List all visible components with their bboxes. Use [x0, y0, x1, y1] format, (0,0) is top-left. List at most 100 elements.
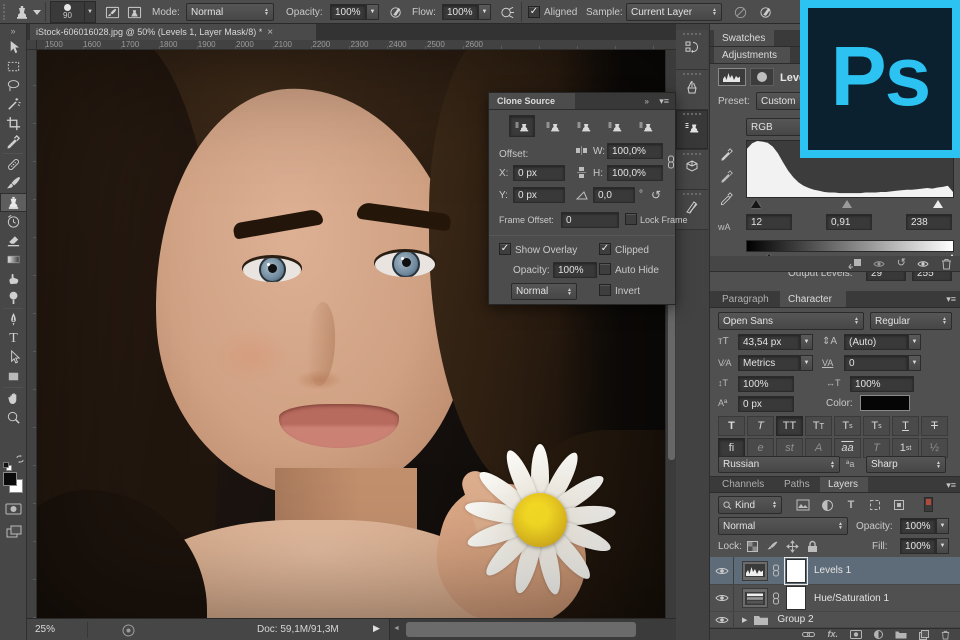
group-expander-icon[interactable]: ▶: [742, 616, 747, 624]
font-style-select[interactable]: Regular▲▼: [870, 312, 952, 330]
flip-vertical-icon[interactable]: [573, 165, 589, 179]
type-tool[interactable]: T: [0, 329, 27, 348]
brush-tool[interactable]: [0, 174, 27, 193]
eyedropper-tool[interactable]: [0, 133, 27, 152]
layer-visibility-icon[interactable]: [710, 557, 734, 584]
horizontal-scrollbar[interactable]: ◄: [389, 619, 676, 640]
clone-stamp-tool[interactable]: [0, 193, 27, 212]
toolbox-collapse-icon[interactable]: »: [0, 24, 26, 38]
gradient-tool[interactable]: [0, 250, 27, 269]
clone-source-panel-button[interactable]: [676, 110, 708, 150]
status-flyout-icon[interactable]: ▶: [373, 623, 380, 634]
toggle-visibility-icon[interactable]: [916, 259, 931, 269]
blend-mode-select[interactable]: Normal▲▼: [718, 517, 848, 535]
kerning-caret-icon[interactable]: ▼: [800, 355, 813, 371]
layer-opacity-field[interactable]: 100%: [900, 518, 936, 534]
opentype-button[interactable]: st: [776, 438, 803, 458]
toggle-clone-source-panel-button[interactable]: [124, 3, 144, 21]
tool-preset-caret-icon[interactable]: [33, 10, 41, 15]
layer-row[interactable]: ▶Group 2: [710, 612, 960, 628]
input-black-handle[interactable]: [751, 200, 761, 208]
type-style-button[interactable]: TT: [776, 416, 803, 436]
opentype-button[interactable]: T: [863, 438, 890, 458]
new-group-icon[interactable]: [895, 630, 907, 639]
baseline-shift-field[interactable]: 0 px: [738, 396, 794, 412]
auto-icon[interactable]: ᴡA: [718, 222, 731, 232]
vertical-scale-field[interactable]: 100%: [738, 376, 794, 392]
tracking-field[interactable]: 0: [844, 355, 908, 371]
filter-toggle[interactable]: [924, 497, 933, 512]
view-previous-state-icon[interactable]: [872, 259, 887, 269]
input-white-field[interactable]: 238: [906, 214, 952, 230]
type-style-button[interactable]: T: [747, 416, 774, 436]
filter-pixel-icon[interactable]: [794, 497, 812, 513]
layer-opacity-caret-icon[interactable]: ▼: [936, 518, 949, 534]
layer-visibility-icon[interactable]: [710, 612, 734, 627]
type-style-button[interactable]: Ts: [863, 416, 890, 436]
panel-menu-icon[interactable]: ▾≡: [659, 96, 669, 107]
screen-mode-icon[interactable]: [4, 524, 23, 540]
tab-channels[interactable]: Channels: [714, 477, 774, 492]
type-style-button[interactable]: Ts: [834, 416, 861, 436]
lock-all-icon[interactable]: [804, 538, 820, 554]
layer-mask-thumbnail[interactable]: [786, 586, 806, 610]
magic-wand-tool[interactable]: [0, 95, 27, 114]
history-brush-tool[interactable]: [0, 212, 27, 231]
clone-source-slot-5[interactable]: [633, 115, 659, 137]
opentype-button[interactable]: 1st: [892, 438, 919, 458]
swap-colors-icon[interactable]: [15, 454, 25, 464]
tab-swatches[interactable]: Swatches: [714, 30, 774, 46]
opacity-caret-icon[interactable]: ▼: [366, 4, 379, 20]
tab-layers[interactable]: Layers: [820, 477, 868, 492]
mask-chip-icon[interactable]: [750, 68, 774, 86]
layer-filter-select[interactable]: Kind ▲▼: [718, 496, 782, 514]
layer-visibility-icon[interactable]: [710, 585, 734, 611]
auto-hide-checkbox[interactable]: [599, 263, 611, 275]
horizontal-scroll-thumb[interactable]: [406, 622, 636, 637]
link-layers-icon[interactable]: [802, 631, 815, 638]
airbrush-icon[interactable]: [497, 3, 517, 21]
opentype-button[interactable]: aa: [834, 438, 861, 458]
delete-layer-icon[interactable]: [941, 630, 950, 640]
healing-brush-tool[interactable]: [0, 155, 27, 174]
overlay-opacity-field[interactable]: 100%: [553, 262, 597, 278]
type-style-button[interactable]: T: [718, 416, 745, 436]
panel-menu-icon[interactable]: ▾≡: [946, 480, 956, 491]
lock-frame-checkbox[interactable]: [625, 213, 637, 225]
leading-caret-icon[interactable]: ▼: [908, 334, 921, 350]
opentype-button[interactable]: fi: [718, 438, 745, 458]
aligned-checkbox[interactable]: ✓: [528, 6, 540, 18]
clone-source-slot-3[interactable]: [571, 115, 597, 137]
opentype-button[interactable]: e: [747, 438, 774, 458]
smudge-tool[interactable]: [0, 269, 27, 288]
input-black-field[interactable]: 12: [746, 214, 792, 230]
lock-pixels-icon[interactable]: [764, 538, 780, 554]
eraser-tool[interactable]: [0, 231, 27, 250]
brush-picker-caret-icon[interactable]: ▼: [84, 2, 95, 22]
clipped-checkbox[interactable]: ✓: [599, 243, 611, 255]
opacity-field[interactable]: 100%: [330, 4, 366, 20]
scroll-left-arrow-icon[interactable]: ◄: [393, 625, 400, 632]
show-overlay-checkbox[interactable]: ✓: [499, 243, 511, 255]
filter-type-icon[interactable]: T: [842, 497, 860, 513]
adjustment-thumbnail[interactable]: [742, 561, 768, 581]
clone-source-slot-1[interactable]: [509, 115, 535, 137]
zoom-level-field[interactable]: 25%: [35, 624, 55, 635]
3d-panel-button[interactable]: [676, 150, 708, 190]
x-field[interactable]: 0 px: [513, 165, 565, 181]
horizontal-scale-field[interactable]: 100%: [850, 376, 914, 392]
reset-transform-icon[interactable]: ↺: [651, 188, 661, 202]
lasso-tool[interactable]: [0, 76, 27, 95]
angle-field[interactable]: 0,0: [593, 187, 635, 203]
kerning-field[interactable]: Metrics: [738, 355, 800, 371]
delete-adjustment-icon[interactable]: [941, 258, 952, 270]
levels-icon-chip[interactable]: [718, 68, 746, 86]
panel-collapse-icon[interactable]: »: [645, 97, 649, 106]
layer-row[interactable]: Hue/Saturation 1: [710, 585, 960, 612]
filter-shape-icon[interactable]: [866, 497, 884, 513]
document-tab[interactable]: iStock-606016028.jpg @ 50% (Levels 1, La…: [30, 24, 316, 40]
font-family-select[interactable]: Open Sans▲▼: [718, 312, 864, 330]
w-field[interactable]: 100,0%: [607, 143, 663, 159]
sample-select[interactable]: Current Layer ▲▼: [626, 3, 722, 21]
close-icon[interactable]: ×: [267, 27, 273, 38]
